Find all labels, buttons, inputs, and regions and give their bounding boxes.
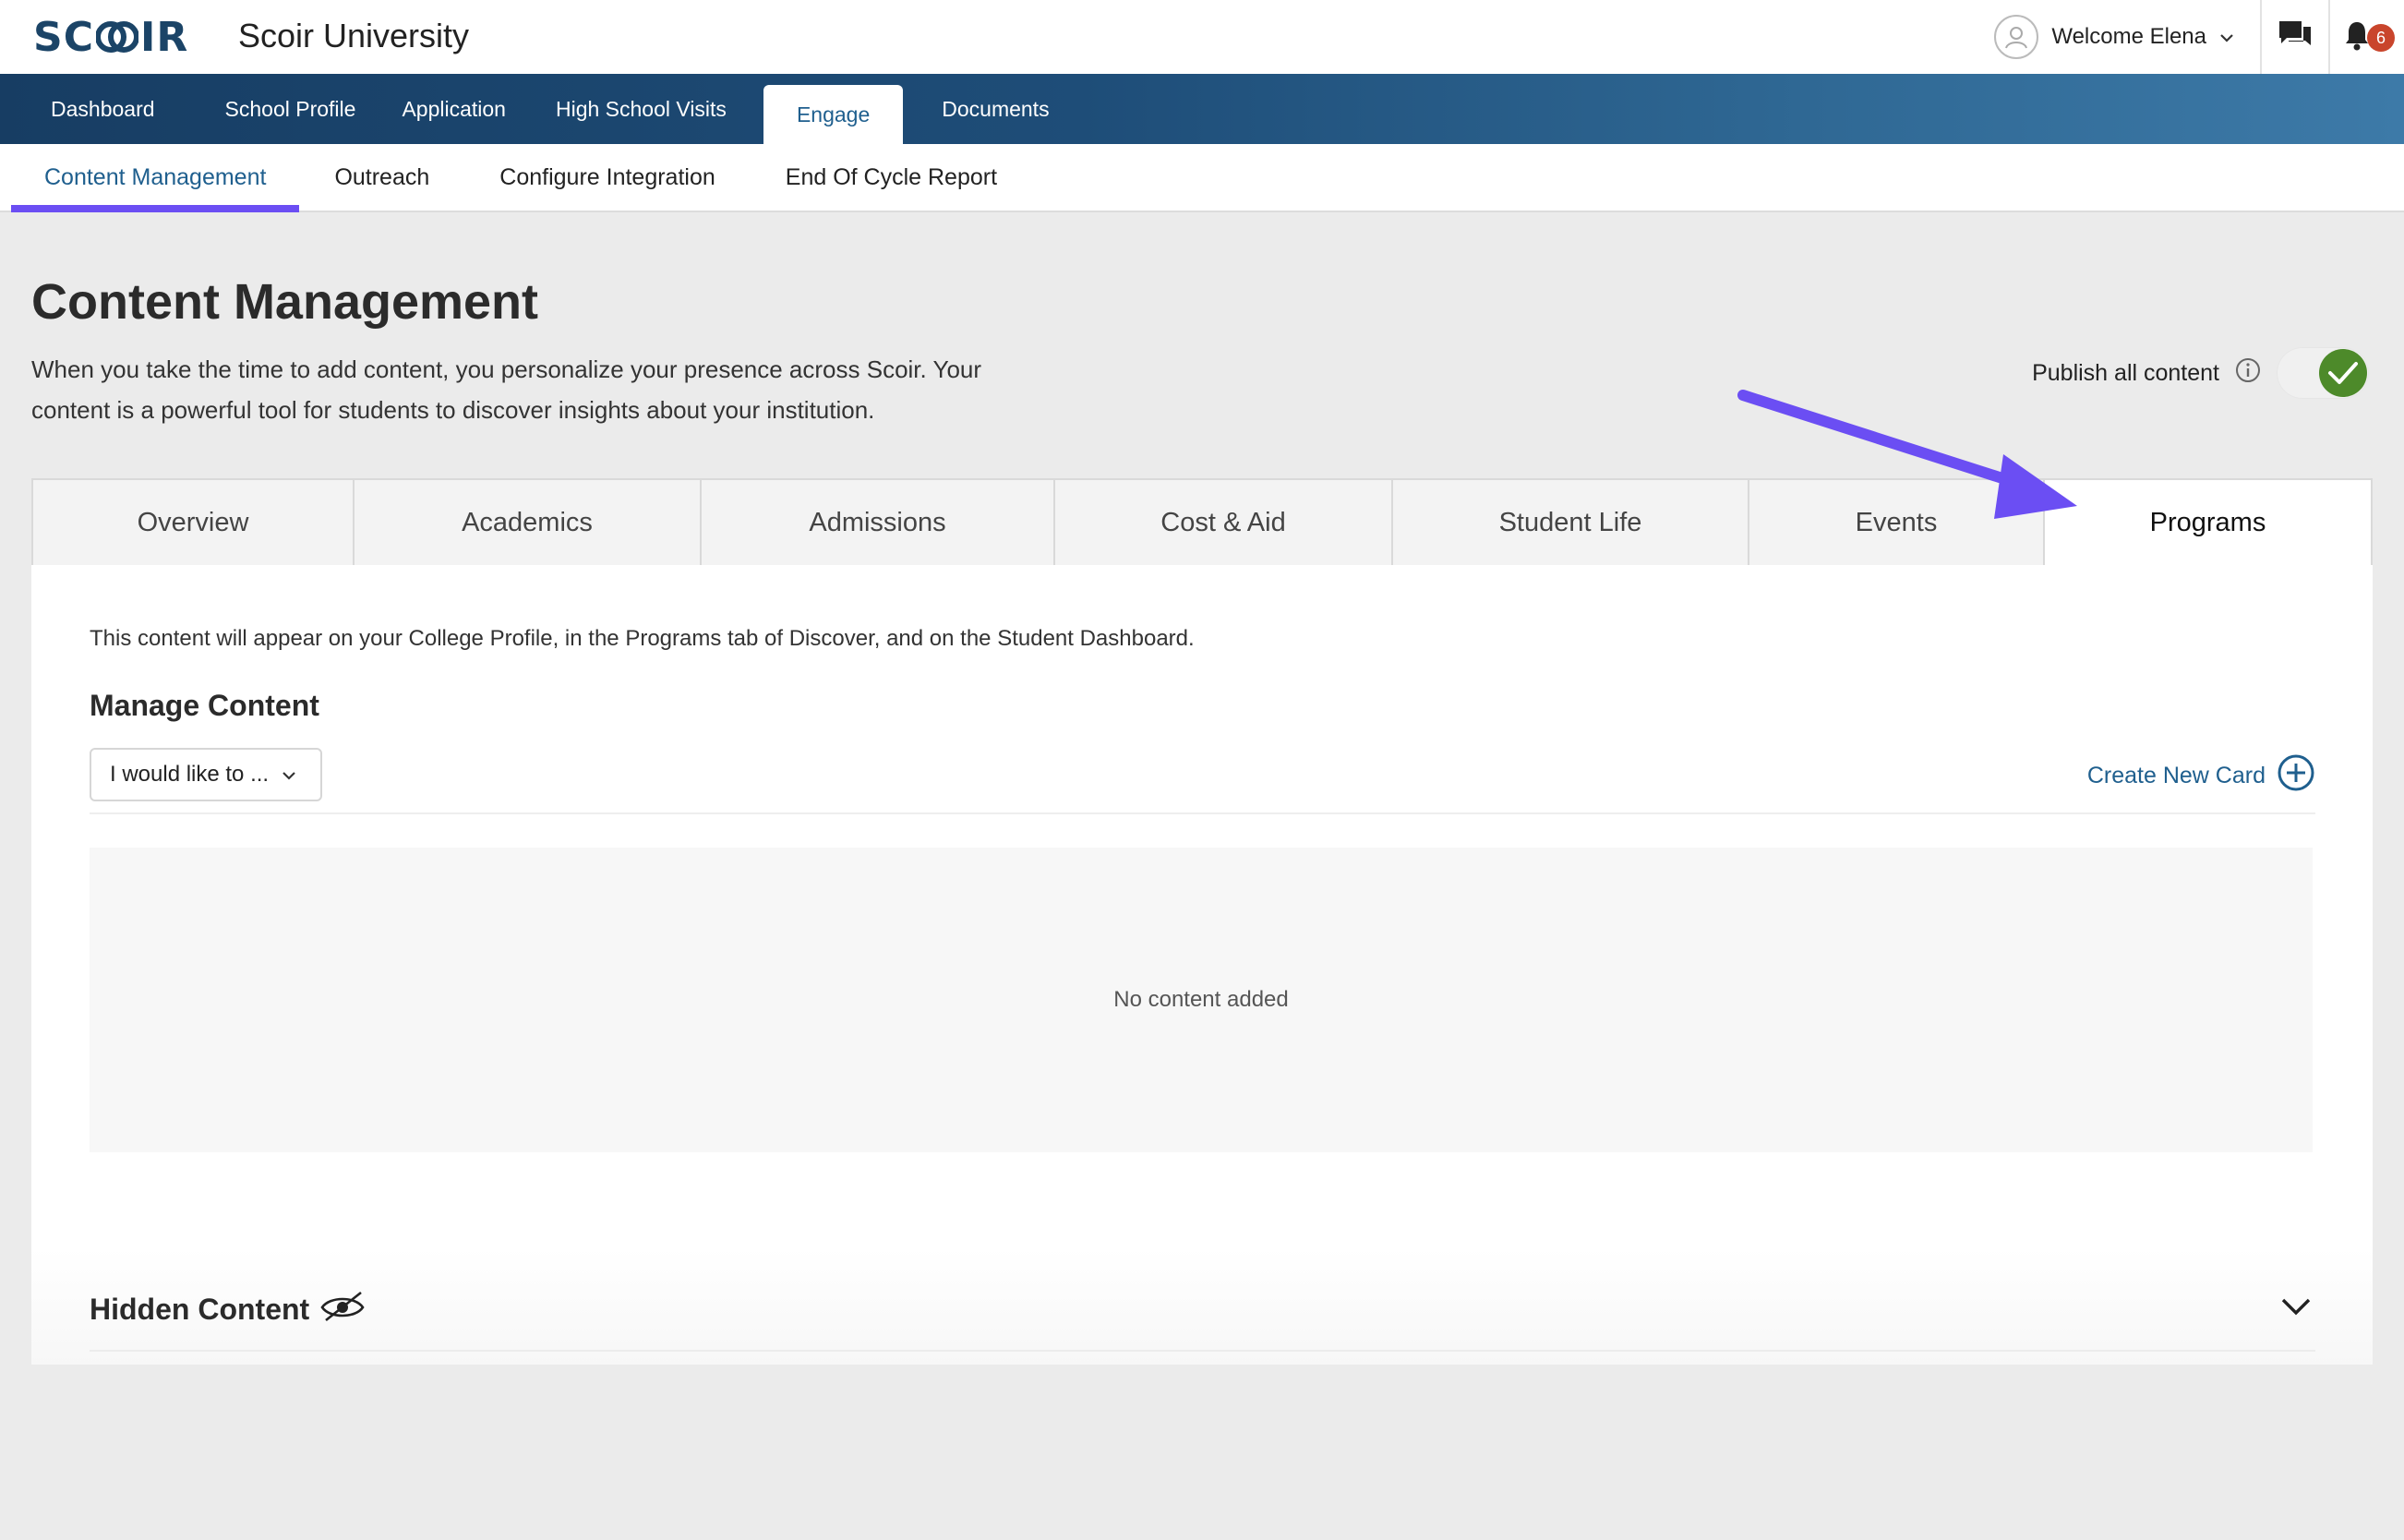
checkmark-icon: [2319, 349, 2367, 397]
messages-button[interactable]: [2262, 0, 2330, 74]
panel-note: This content will appear on your College…: [90, 626, 1195, 651]
chevron-down-icon: [2219, 24, 2234, 50]
create-card-label: Create New Card: [2086, 763, 2266, 788]
nav-dashboard[interactable]: Dashboard: [0, 74, 207, 144]
publish-label: Publish all content: [2032, 359, 2219, 386]
create-new-card-button[interactable]: Create New Card: [2087, 753, 2315, 799]
nav-engage[interactable]: Engage: [763, 85, 904, 151]
chat-icon: [2278, 19, 2313, 55]
nav-documents[interactable]: Documents: [903, 74, 1075, 144]
top-right-controls: Welcome Elena 6: [1976, 0, 2404, 74]
tab-student-life[interactable]: Student Life: [1393, 478, 1749, 567]
empty-state-text: No content added: [1113, 987, 1289, 1012]
subnav-outreach[interactable]: Outreach: [299, 144, 464, 211]
hidden-content-section[interactable]: Hidden Content: [31, 1248, 2373, 1365]
action-select[interactable]: I would like to ...: [90, 748, 322, 801]
tab-overview[interactable]: Overview: [31, 478, 355, 567]
scoir-logo[interactable]: SC IR: [33, 13, 188, 61]
user-menu[interactable]: Welcome Elena: [1976, 0, 2262, 74]
programs-panel: This content will appear on your College…: [31, 565, 2373, 1365]
publish-all-control: Publish all content: [2032, 347, 2369, 399]
notification-badge: 6: [2367, 24, 2395, 52]
notifications-button[interactable]: 6: [2330, 0, 2404, 74]
logo-text-right: IR: [139, 13, 189, 61]
publish-toggle[interactable]: [2277, 347, 2369, 399]
nav-high-school-visits[interactable]: High School Visits: [543, 74, 763, 144]
tab-academics[interactable]: Academics: [355, 478, 702, 567]
logo-mark-icon: [95, 18, 138, 55]
hidden-content-title: Hidden Content: [90, 1292, 310, 1326]
info-icon[interactable]: [2234, 356, 2262, 391]
nav-school-profile[interactable]: School Profile: [207, 74, 393, 144]
subnav-end-of-cycle-report[interactable]: End Of Cycle Report: [751, 144, 1032, 211]
content-tabs: Overview Academics Admissions Cost & Aid…: [31, 478, 2373, 567]
sub-nav: Content Management Outreach Configure In…: [0, 144, 2404, 212]
empty-state: No content added: [90, 848, 2313, 1152]
main-nav: Dashboard School Profile Application Hig…: [0, 74, 2404, 151]
chevron-down-icon: [282, 762, 296, 788]
avatar-icon: [1994, 15, 2039, 59]
hidden-content-header: Hidden Content: [90, 1287, 367, 1331]
top-bar: SC IR Scoir University Welcome Elena 6: [0, 0, 2404, 74]
subnav-configure-integration[interactable]: Configure Integration: [464, 144, 750, 211]
eye-slash-icon: [319, 1287, 367, 1331]
tab-cost-aid[interactable]: Cost & Aid: [1055, 478, 1393, 567]
tab-programs[interactable]: Programs: [2045, 478, 2373, 567]
page-title: Content Management: [31, 274, 539, 330]
logo-text-left: SC: [33, 13, 94, 61]
page-description: When you take the time to add content, y…: [31, 355, 982, 424]
tab-events[interactable]: Events: [1749, 478, 2045, 567]
manage-content-title: Manage Content: [90, 689, 319, 722]
expand-hidden-content-icon[interactable]: [2280, 1296, 2312, 1321]
subnav-content-management[interactable]: Content Management: [11, 144, 300, 212]
divider: [90, 812, 2315, 814]
plus-circle-icon: [2277, 753, 2315, 799]
action-select-value: I would like to ...: [110, 762, 270, 787]
welcome-text: Welcome Elena: [2051, 24, 2206, 49]
tab-admissions[interactable]: Admissions: [702, 478, 1055, 567]
divider: [90, 1350, 2315, 1352]
university-name: Scoir University: [238, 17, 470, 54]
nav-application[interactable]: Application: [392, 74, 543, 144]
